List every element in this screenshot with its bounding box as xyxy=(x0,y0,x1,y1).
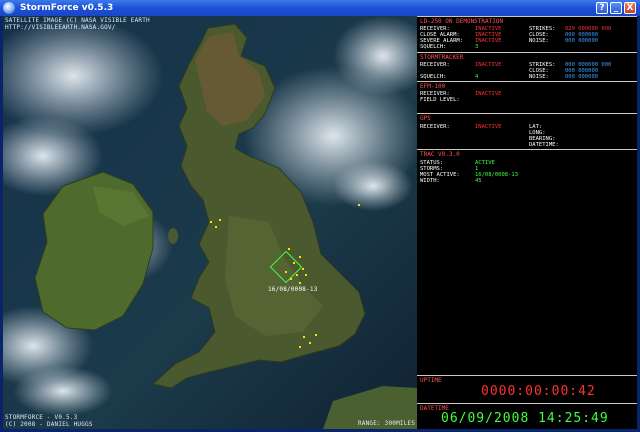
strike-mark xyxy=(299,256,301,258)
stormtracker-noise-value: 000 000000 xyxy=(565,74,599,80)
trac-width-value: 45 xyxy=(475,178,482,184)
efm100-field-level-label: FIELD LEVEL: xyxy=(420,97,460,103)
help-button[interactable]: ? xyxy=(596,2,608,14)
image-credit-url: HTTP://VISIBLEEARTH.NASA.GOV/ xyxy=(5,24,116,31)
uptime-title: UPTIME xyxy=(420,377,442,384)
gps-receiver-value: INACTIVE xyxy=(475,124,502,130)
gps-title: GPS xyxy=(420,115,431,122)
strike-mark xyxy=(290,278,292,280)
strike-mark xyxy=(299,282,301,284)
uptime-section: UPTIME 0000:00:00:42 xyxy=(417,375,637,403)
status-panel: LD-250 ON DEMONSTRATION RECEIVER: INACTI… xyxy=(417,16,637,429)
strike-mark xyxy=(219,219,221,221)
satellite-map[interactable]: SATELLITE IMAGE (C) NASA VISIBLE EARTH H… xyxy=(3,16,417,429)
strike-mark xyxy=(315,334,317,336)
strike-mark xyxy=(309,342,311,344)
stormtracker-title: STORMTRACKER xyxy=(420,54,464,61)
ld250-noise-value: 000 000000 xyxy=(565,38,599,44)
stormtracker-noise-label: NOISE: xyxy=(529,74,549,80)
datetime-section: DATETIME 06/09/2008 14:25:49 xyxy=(417,403,637,429)
strike-mark xyxy=(299,346,301,348)
trac-width-label: WIDTH: xyxy=(420,178,440,184)
ld250-title: LD-250 ON DEMONSTRATION xyxy=(420,18,504,25)
app-window: StormForce v0.5.3 ? _ X SATELLITE IMAGE … xyxy=(0,0,640,432)
close-button[interactable]: X xyxy=(624,2,636,14)
image-credit: SATELLITE IMAGE (C) NASA VISIBLE EARTH xyxy=(5,17,150,24)
strike-mark xyxy=(302,268,304,270)
uptime-clock: 0000:00:00:42 xyxy=(481,384,596,399)
globe-icon xyxy=(3,2,15,14)
window-title: StormForce v0.5.3 xyxy=(20,3,114,13)
storm-label: 16/08/0008-13 xyxy=(268,286,318,293)
minimize-button[interactable]: _ xyxy=(610,2,622,14)
efm100-section: EFM-100 RECEIVER: INACTIVE FIELD LEVEL: xyxy=(417,81,637,113)
stormtracker-squelch-value: 4 xyxy=(475,74,479,80)
stormtracker-receiver-value: INACTIVE xyxy=(475,62,502,68)
strike-mark xyxy=(296,274,298,276)
app-version-label: STORMFORCE - V0.5.3 xyxy=(5,414,78,421)
ld250-noise-label: NOISE: xyxy=(529,38,549,44)
stormtracker-receiver-label: RECEIVER: xyxy=(420,62,450,68)
gps-section: GPS RECEIVER: INACTIVE LAT: LONG: BEARIN… xyxy=(417,113,637,149)
copyright-label: (C) 2008 - DANIEL HUGGS xyxy=(5,421,93,428)
ld250-squelch-value: 3 xyxy=(475,44,479,50)
ld250-severe-alarm-value: INACTIVE xyxy=(475,38,502,44)
strike-mark xyxy=(293,262,295,264)
strike-mark xyxy=(210,221,212,223)
strike-mark xyxy=(305,274,307,276)
trac-title: TRAC V0.3.0 xyxy=(420,151,460,158)
map-graphic xyxy=(3,16,417,429)
stormtracker-section: STORMTRACKER RECEIVER: INACTIVE SQUELCH:… xyxy=(417,52,637,84)
range-label: RANGE: 300MILES xyxy=(358,420,416,427)
ld250-squelch-label: SQUELCH: xyxy=(420,44,447,50)
title-bar[interactable]: StormForce v0.5.3 ? _ X xyxy=(0,0,640,16)
efm100-title: EFM-100 xyxy=(420,83,446,90)
gps-receiver-label: RECEIVER: xyxy=(420,124,450,130)
stormtracker-squelch-label: SQUELCH: xyxy=(420,74,447,80)
strike-mark xyxy=(303,336,305,338)
strike-mark xyxy=(288,248,290,250)
isle-of-man xyxy=(168,228,178,244)
gps-datetime-label: DATETIME: xyxy=(529,142,559,148)
trac-section: TRAC V0.3.0 STATUS: ACTIVE STORMS: 1 MOS… xyxy=(417,149,637,375)
strike-mark xyxy=(358,204,360,206)
datetime-clock: 06/09/2008 14:25:49 xyxy=(441,411,609,426)
strike-mark xyxy=(285,271,287,273)
strike-mark xyxy=(215,226,217,228)
efm100-receiver-value: INACTIVE xyxy=(475,91,502,97)
